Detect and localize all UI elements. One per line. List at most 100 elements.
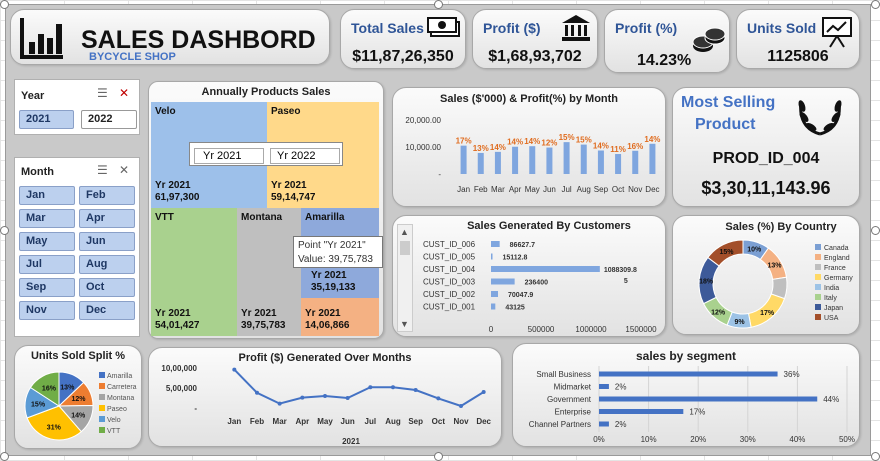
legend-label: Paseo: [107, 406, 127, 413]
kpi-profit-percent[interactable]: Profit (%) 14.23%: [604, 9, 730, 73]
x-tick-label: 1000000: [575, 325, 607, 334]
slice-label: 31%: [47, 424, 62, 431]
legend-label: Montana: [107, 395, 134, 402]
x-tick-label: 20%: [690, 435, 706, 444]
kpi-units-sold[interactable]: Units Sold 1125806: [736, 9, 860, 69]
month-option-apr[interactable]: Apr: [79, 209, 135, 228]
profit-over-months-chart: 10,00,000 5,00,000 - Jan Feb Mar Apr May Jun Jul A…: [161, 364, 491, 446]
sales-by-customer-chart: CUST_ID_006 86627.7 CUST_ID_005 15112.8 CUST…: [423, 240, 657, 334]
treemap-cell-vtt[interactable]: VTT Yr 2021 54,01,427: [151, 208, 237, 336]
profit-point: [255, 390, 259, 395]
year-slicer: Year ☰ ✕ 2021 2022: [14, 79, 140, 135]
month-option-sep[interactable]: Sep: [19, 278, 75, 297]
treemap-value-label: Yr 2021: [155, 308, 191, 319]
resize-handle[interactable]: [871, 452, 880, 461]
category-label: CUST_ID_002: [423, 290, 476, 299]
x-tick-label: Mar: [273, 417, 287, 426]
profit-point: [323, 394, 327, 398]
month-option-jun[interactable]: Jun: [79, 232, 135, 251]
legend-label: Amarilla: [107, 373, 132, 380]
clear-filter-icon[interactable]: ✕: [119, 86, 129, 100]
profit-over-months-card: Profit ($) Generated Over Months 10,00,0…: [148, 347, 502, 447]
x-tick-label: Nov: [453, 417, 469, 426]
treemap-value-label: Yr 2021: [241, 308, 277, 319]
month-option-may[interactable]: May: [19, 232, 75, 251]
resize-handle[interactable]: [0, 452, 9, 461]
tooltip-line-1: Point "Yr 2021": [298, 240, 366, 251]
x-tick-label: 50%: [839, 435, 855, 444]
resize-handle[interactable]: [434, 452, 443, 461]
year-option-2021[interactable]: 2021: [19, 110, 74, 129]
x-tick-label: 10%: [641, 435, 657, 444]
x-tick-label: Dec: [645, 185, 659, 194]
treemap-product-label: Velo: [155, 106, 176, 117]
month-option-feb[interactable]: Feb: [79, 186, 135, 205]
month-option-jul[interactable]: Jul: [19, 255, 75, 274]
multi-select-icon[interactable]: ☰: [97, 86, 108, 100]
profit-data-label: 16%: [627, 142, 643, 151]
category-label: CUST_ID_003: [423, 278, 476, 287]
sales-by-country-chart: 10% 13% 17% 9% 12% 18% 15% Canada England France G…: [698, 239, 853, 329]
x-tick-label: 500000: [528, 325, 555, 334]
category-label: Midmarket: [554, 383, 592, 392]
resize-handle[interactable]: [0, 0, 9, 9]
treemap-value-number: 14,06,866: [305, 320, 350, 331]
resize-handle[interactable]: [0, 226, 9, 235]
month-slicer: Month ☰ ✕ Jan Feb Mar Apr May Jun Jul Au…: [14, 157, 140, 337]
resize-handle[interactable]: [871, 0, 880, 9]
year-option-2022[interactable]: 2022: [81, 110, 137, 129]
kpi-total-sales[interactable]: Total Sales $11,87,26,350: [340, 9, 466, 69]
clear-filter-icon[interactable]: ✕: [119, 163, 129, 177]
sales-by-segment-chart: 0% 10% 20% 30% 40% 50% Small Business 36% Midmar…: [529, 366, 855, 444]
kpi-label: Profit (%): [615, 20, 678, 36]
month-option-nov[interactable]: Nov: [19, 301, 75, 320]
treemap-title: Annually Products Sales: [201, 86, 331, 98]
dashboard-subtitle: BYCYCLE SHOP: [89, 51, 176, 63]
most-selling-title-line2: Product: [695, 116, 756, 133]
profit-point: [232, 367, 237, 372]
x-tick-label: Oct: [612, 185, 625, 194]
kpi-label: Total Sales: [351, 20, 424, 36]
month-option-mar[interactable]: Mar: [19, 209, 75, 228]
y-tick-label: -: [438, 170, 441, 179]
legend-label: Velo: [107, 417, 121, 424]
slice-label: 13%: [767, 263, 782, 270]
cash-icon: [427, 17, 460, 37]
multi-select-icon[interactable]: ☰: [97, 163, 108, 177]
slice-label: 12%: [711, 309, 726, 316]
treemap-value-label: Yr 2021: [155, 180, 191, 191]
profit-data-label: 14%: [524, 137, 540, 146]
resize-handle[interactable]: [871, 226, 880, 235]
kpi-profit[interactable]: Profit ($) $1,68,93,702: [472, 9, 598, 69]
month-option-dec[interactable]: Dec: [79, 301, 135, 320]
treemap-cell-carretera[interactable]: Yr 2021 14,06,866: [301, 298, 379, 336]
treemap-product-label: VTT: [155, 212, 174, 223]
sales-bar: [460, 145, 467, 174]
month-option-oct[interactable]: Oct: [79, 278, 135, 297]
y-tick-label: 10,00,000: [161, 364, 197, 373]
customer-bar: [491, 278, 515, 285]
legend-swatch: [815, 304, 821, 310]
month-option-aug[interactable]: Aug: [79, 255, 135, 274]
profit-point: [481, 390, 486, 394]
slice-label: 16%: [42, 385, 57, 392]
segment-bar: [599, 384, 609, 389]
segment-bar: [599, 409, 684, 414]
most-selling-title-line1: Most Selling: [681, 94, 776, 111]
data-label: 2%: [615, 383, 627, 392]
legend-swatch: [99, 394, 105, 400]
legend-label: France: [824, 265, 846, 272]
kpi-value: 14.23%: [637, 52, 692, 69]
treemap-value-number: 54,01,427: [155, 320, 200, 331]
legend-label: USA: [824, 315, 839, 322]
most-selling-product-value: $3,30,11,143.96: [701, 178, 831, 198]
slice-label: 18%: [699, 279, 714, 286]
month-option-jan[interactable]: Jan: [19, 186, 75, 205]
profit-point: [277, 401, 282, 406]
x-tick-label: Dec: [476, 417, 491, 426]
x-tick-label: Feb: [474, 185, 488, 194]
treemap-cell-montana[interactable]: Montana Yr 2021 39,75,783: [237, 208, 301, 336]
x-tick-label: Jul: [561, 185, 571, 194]
slice-label: 15%: [31, 402, 46, 409]
resize-handle[interactable]: [434, 0, 443, 9]
